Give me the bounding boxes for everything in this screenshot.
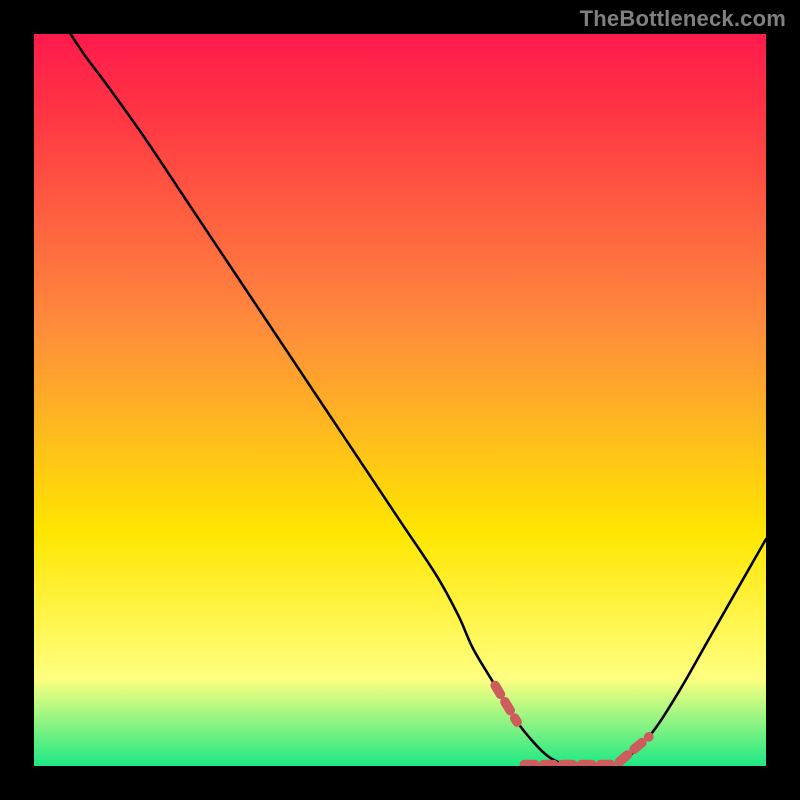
marker-right xyxy=(620,737,649,762)
watermark-text: TheBottleneck.com xyxy=(580,6,786,32)
plot-area xyxy=(34,34,766,766)
marker-layer xyxy=(34,34,766,766)
marker-left xyxy=(495,685,517,722)
chart-frame: TheBottleneck.com xyxy=(0,0,800,800)
